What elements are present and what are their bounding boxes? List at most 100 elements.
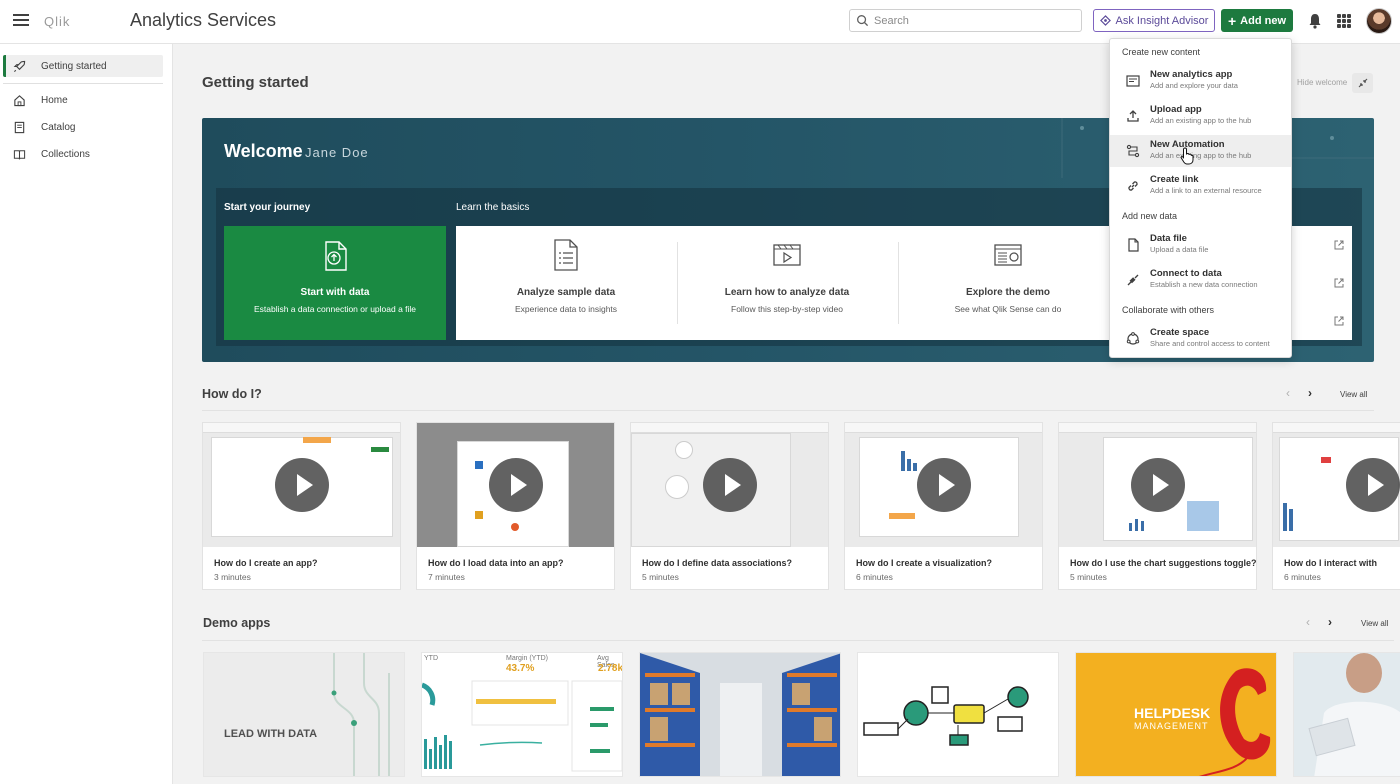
kpi-value: 43.7% (506, 663, 535, 674)
ask-insight-advisor-label: Ask Insight Advisor (1115, 14, 1209, 27)
menu-item-subtitle: Add and explore your data (1150, 81, 1238, 90)
file-icon (1128, 238, 1139, 252)
menu-item-subtitle: Share and control access to content (1150, 339, 1270, 348)
notifications-bell-icon[interactable] (1308, 13, 1322, 29)
video-duration: 3 minutes (214, 572, 251, 582)
hand-cursor-icon (1180, 147, 1194, 165)
menu-section-create: Create new content (1122, 47, 1201, 57)
learn-analyze-data-card[interactable]: Learn how to analyze data Follow this st… (677, 226, 897, 340)
demo-app-card-helpdesk[interactable]: HELPDESK MANAGEMENT (1075, 652, 1277, 777)
sidebar-item-label: Getting started (41, 60, 107, 72)
menu-item-title: Create space (1150, 327, 1210, 338)
page-title: Getting started (202, 74, 309, 91)
menu-item-connect-to-data[interactable]: Connect to data Establish a new data con… (1110, 264, 1291, 296)
video-icon (773, 244, 801, 266)
hide-welcome-link[interactable]: Hide welcome (1297, 78, 1347, 87)
demo-app-card-connected-devices[interactable] (857, 652, 1059, 777)
menu-item-subtitle: Add an existing app to the hub (1150, 116, 1252, 125)
search-box[interactable] (849, 9, 1082, 32)
chevron-left-icon[interactable]: ‹ (1286, 386, 1290, 400)
kpi-label: Margin (YTD) (506, 655, 549, 662)
play-icon (274, 458, 329, 512)
collections-icon (13, 149, 26, 159)
sidebar-item-home[interactable]: Home (3, 89, 163, 111)
menu-item-subtitle: Establish a new data connection (1150, 280, 1258, 289)
video-thumbnail (417, 423, 614, 547)
sidebar-item-getting-started[interactable]: Getting started (3, 55, 163, 77)
demo-app-card-healthcare[interactable] (1293, 652, 1400, 777)
play-icon (702, 458, 757, 512)
phone-icon (1199, 668, 1271, 776)
welcome-user-name: Jane Doe (305, 145, 369, 160)
sidebar-divider (3, 83, 163, 84)
learn-card-subtitle: See what Qlik Sense can do (954, 304, 1062, 314)
video-duration: 6 minutes (856, 572, 893, 582)
document-list-icon (554, 239, 578, 271)
external-link-icon[interactable] (1334, 240, 1344, 250)
dashboard-icon (994, 244, 1022, 266)
chevron-right-icon[interactable]: › (1328, 615, 1332, 629)
menu-item-create-space[interactable]: Create space Share and control access to… (1110, 323, 1291, 355)
video-title: How do I define data associations? (642, 558, 793, 568)
add-new-label: Add new (1240, 14, 1287, 27)
sidebar-item-label: Collections (41, 148, 90, 160)
video-card[interactable]: How do I interact with 6 minutes (1272, 422, 1400, 590)
chevron-right-icon[interactable]: › (1308, 386, 1312, 400)
upload-file-icon (325, 241, 347, 271)
explore-demo-card[interactable]: Explore the demo See what Qlik Sense can… (898, 226, 1118, 340)
demo-app-card-lead-with-data[interactable]: LEAD WITH DATA (203, 652, 405, 777)
apps-grid-icon[interactable] (1337, 14, 1351, 28)
start-with-data-card[interactable]: Start with data Establish a data connect… (224, 226, 446, 340)
menu-item-subtitle: Add a link to an external resource (1150, 186, 1262, 195)
demo-app-card-sales-dashboard[interactable]: YTD Margin (YTD) Avg Sales 43.7% 2.78k (421, 652, 623, 777)
play-icon (916, 458, 971, 512)
external-link-icon[interactable] (1334, 316, 1344, 326)
devices-illustration (863, 686, 1029, 746)
warehouse-image (640, 653, 840, 776)
menu-item-new-analytics-app[interactable]: New analytics app Add and explore your d… (1110, 65, 1291, 97)
welcome-title: Welcome (224, 141, 303, 161)
section-divider (202, 410, 1374, 411)
learn-card-subtitle: Follow this step-by-step video (731, 304, 843, 314)
demo-app-card-warehouse[interactable] (639, 652, 841, 777)
menu-item-create-link[interactable]: Create link Add a link to an external re… (1110, 170, 1291, 202)
ask-insight-advisor-button[interactable]: Ask Insight Advisor (1093, 9, 1215, 32)
sidebar-item-collections[interactable]: Collections (3, 143, 163, 165)
menu-item-new-automation[interactable]: New Automation Add an existing app to th… (1110, 135, 1291, 167)
video-thumbnail (203, 423, 400, 547)
external-link-icon[interactable] (1334, 278, 1344, 288)
sidebar-item-catalog[interactable]: Catalog (3, 116, 163, 138)
add-new-menu: Create new content New analytics app Add… (1109, 38, 1292, 358)
user-avatar[interactable] (1366, 8, 1392, 34)
video-duration: 6 minutes (1284, 572, 1321, 582)
sidebar: Getting started Home Catalog Collections (0, 44, 173, 784)
chevron-left-icon[interactable]: ‹ (1306, 615, 1310, 629)
video-card[interactable]: How do I define data associations? 5 min… (630, 422, 829, 590)
collapse-welcome-button[interactable] (1352, 73, 1373, 93)
video-card[interactable]: How do I create an app? 3 minutes (202, 422, 401, 590)
home-icon (14, 94, 25, 106)
demo-apps-view-all[interactable]: View all (1361, 619, 1388, 628)
app-icon (1126, 75, 1140, 87)
add-new-button[interactable]: + Add new (1221, 9, 1293, 32)
analyze-sample-data-card[interactable]: Analyze sample data Experience data to i… (456, 226, 676, 340)
kpi-label: YTD (424, 655, 438, 662)
healthcare-image (1294, 653, 1400, 776)
circuit-decoration (331, 653, 390, 776)
link-icon (1128, 181, 1138, 191)
play-icon (488, 458, 543, 512)
video-duration: 7 minutes (428, 572, 465, 582)
menu-item-data-file[interactable]: Data file Upload a data file (1110, 229, 1291, 261)
dashboard-preview (422, 680, 622, 772)
video-card[interactable]: How do I load data into an app? 7 minute… (416, 422, 615, 590)
video-duration: 5 minutes (642, 572, 679, 582)
search-input[interactable] (874, 14, 1064, 27)
menu-section-collab: Collaborate with others (1122, 305, 1215, 315)
how-do-i-view-all[interactable]: View all (1340, 390, 1367, 399)
menu-item-upload-app[interactable]: Upload app Add an existing app to the hu… (1110, 100, 1291, 132)
demo-apps-title: Demo apps (203, 616, 271, 630)
video-card[interactable]: How do I create a visualization? 6 minut… (844, 422, 1043, 590)
hamburger-menu-icon[interactable] (13, 14, 29, 28)
video-card[interactable]: How do I use the chart suggestions toggl… (1058, 422, 1257, 590)
catalog-icon (14, 121, 25, 133)
